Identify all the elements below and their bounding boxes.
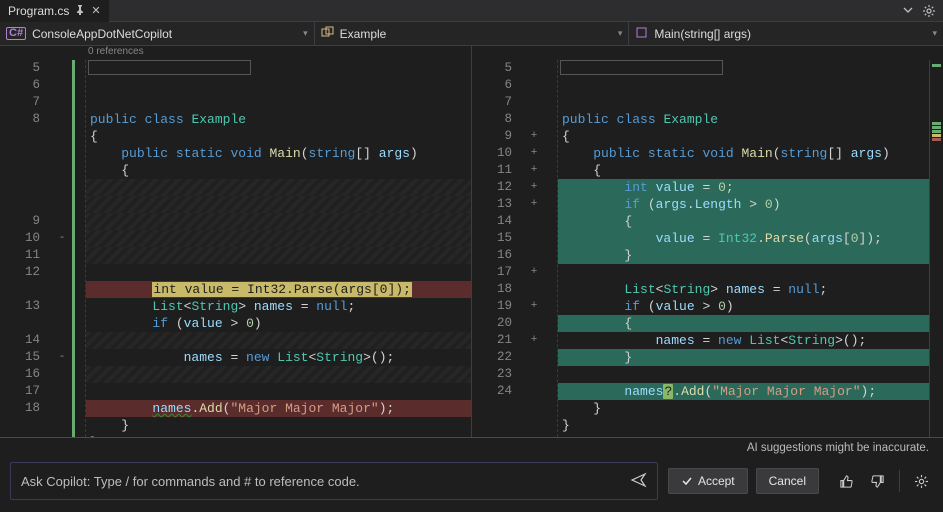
code-line[interactable]: { <box>558 162 929 179</box>
code-line[interactable] <box>86 247 471 264</box>
code-line[interactable]: List<String> names = null; <box>558 281 929 298</box>
code-line[interactable]: { <box>558 128 929 145</box>
code-line[interactable]: } <box>558 400 929 417</box>
accept-label: Accept <box>698 474 735 488</box>
nav-project[interactable]: C# ConsoleAppDotNetCopilot ▾ <box>0 22 315 45</box>
code-line[interactable]: { <box>86 128 471 145</box>
tab-bar: Program.cs ✕ <box>0 0 943 22</box>
code-line[interactable]: { <box>86 162 471 179</box>
class-icon <box>321 26 334 42</box>
code-line[interactable]: if (value > 0) <box>558 298 929 315</box>
copilot-input[interactable]: Ask Copilot: Type / for commands and # t… <box>10 462 658 500</box>
code-line[interactable] <box>558 264 929 281</box>
editor-left: 0 references 56789101112131415161718 -- … <box>0 46 472 437</box>
code-line[interactable] <box>86 230 471 247</box>
nav-method[interactable]: Main(string[] args) ▾ <box>629 22 943 45</box>
code-line[interactable] <box>86 196 471 213</box>
code-line[interactable]: public static void Main(string[] args) <box>558 145 929 162</box>
code-area-right[interactable]: 56789101112131415161718192021222324 ++++… <box>472 60 943 437</box>
thumbs-up-icon[interactable] <box>835 470 858 493</box>
nav-class-label: Example <box>340 27 387 41</box>
code-line[interactable] <box>86 366 471 383</box>
code-line[interactable]: public class Example <box>558 111 929 128</box>
code-line[interactable]: int value = Int32.Parse(args[0]); <box>86 281 471 298</box>
send-icon[interactable] <box>631 472 647 491</box>
cancel-button[interactable]: Cancel <box>756 468 819 494</box>
code-line[interactable]: value = Int32.Parse(args[0]); <box>558 230 929 247</box>
pin-icon[interactable] <box>75 4 85 18</box>
accept-button[interactable]: Accept <box>668 468 748 494</box>
nav-project-label: ConsoleAppDotNetCopilot <box>32 27 172 41</box>
editor-right: 56789101112131415161718192021222324 ++++… <box>472 46 943 437</box>
cancel-label: Cancel <box>769 474 806 488</box>
code-line[interactable]: public class Example <box>86 111 471 128</box>
chevron-down-icon: ▾ <box>618 28 623 39</box>
code-line[interactable] <box>558 366 929 383</box>
code-line[interactable]: } <box>558 417 929 434</box>
nav-class[interactable]: Example ▾ <box>315 22 630 45</box>
code-line[interactable] <box>86 213 471 230</box>
code-line[interactable] <box>558 434 929 437</box>
tab-program[interactable]: Program.cs ✕ <box>0 0 109 22</box>
copilot-warning: AI suggestions might be inaccurate. <box>0 438 943 454</box>
method-icon <box>635 26 648 42</box>
csharp-icon: C# <box>6 27 26 40</box>
code-line[interactable]: if (value > 0) <box>86 315 471 332</box>
code-line[interactable] <box>86 383 471 400</box>
thumbs-down-icon[interactable] <box>866 470 889 493</box>
code-line[interactable]: names = new List<String>(); <box>86 349 471 366</box>
code-line[interactable]: } <box>86 434 471 437</box>
chevron-down-icon: ▾ <box>303 28 308 39</box>
gear-icon[interactable] <box>923 5 935 17</box>
copilot-panel: AI suggestions might be inaccurate. Ask … <box>0 437 943 512</box>
copilot-actions: Accept Cancel <box>668 462 933 500</box>
code-line[interactable]: { <box>558 315 929 332</box>
editors: 0 references 56789101112131415161718 -- … <box>0 46 943 437</box>
code-line[interactable]: names?.Add("Major Major Major"); <box>558 383 929 400</box>
nav-bar: C# ConsoleAppDotNetCopilot ▾ Example ▾ M… <box>0 22 943 46</box>
code-line[interactable]: { <box>558 213 929 230</box>
code-line[interactable]: } <box>558 247 929 264</box>
code-line[interactable]: names.Add("Major Major Major"); <box>86 400 471 417</box>
code-line[interactable] <box>86 179 471 196</box>
code-line[interactable]: if (args.Length > 0) <box>558 196 929 213</box>
close-icon[interactable]: ✕ <box>91 4 100 17</box>
chevron-down-icon: ▾ <box>932 28 937 39</box>
code-line[interactable]: int value = 0; <box>558 179 929 196</box>
tab-title: Program.cs <box>8 4 69 18</box>
overview-ruler[interactable] <box>929 60 943 437</box>
code-line[interactable]: } <box>86 417 471 434</box>
code-line[interactable]: names = new List<String>(); <box>558 332 929 349</box>
code-line[interactable] <box>86 332 471 349</box>
code-line[interactable]: } <box>558 349 929 366</box>
code-line[interactable] <box>86 264 471 281</box>
settings-icon[interactable] <box>910 470 933 493</box>
nav-method-label: Main(string[] args) <box>654 27 751 41</box>
code-area-left[interactable]: 56789101112131415161718 -- public class … <box>0 60 471 437</box>
code-line[interactable]: List<String> names = null; <box>86 298 471 315</box>
references-label[interactable]: 0 references <box>0 46 471 60</box>
dropdown-icon[interactable] <box>903 5 913 17</box>
copilot-placeholder: Ask Copilot: Type / for commands and # t… <box>21 474 360 489</box>
code-line[interactable]: public static void Main(string[] args) <box>86 145 471 162</box>
